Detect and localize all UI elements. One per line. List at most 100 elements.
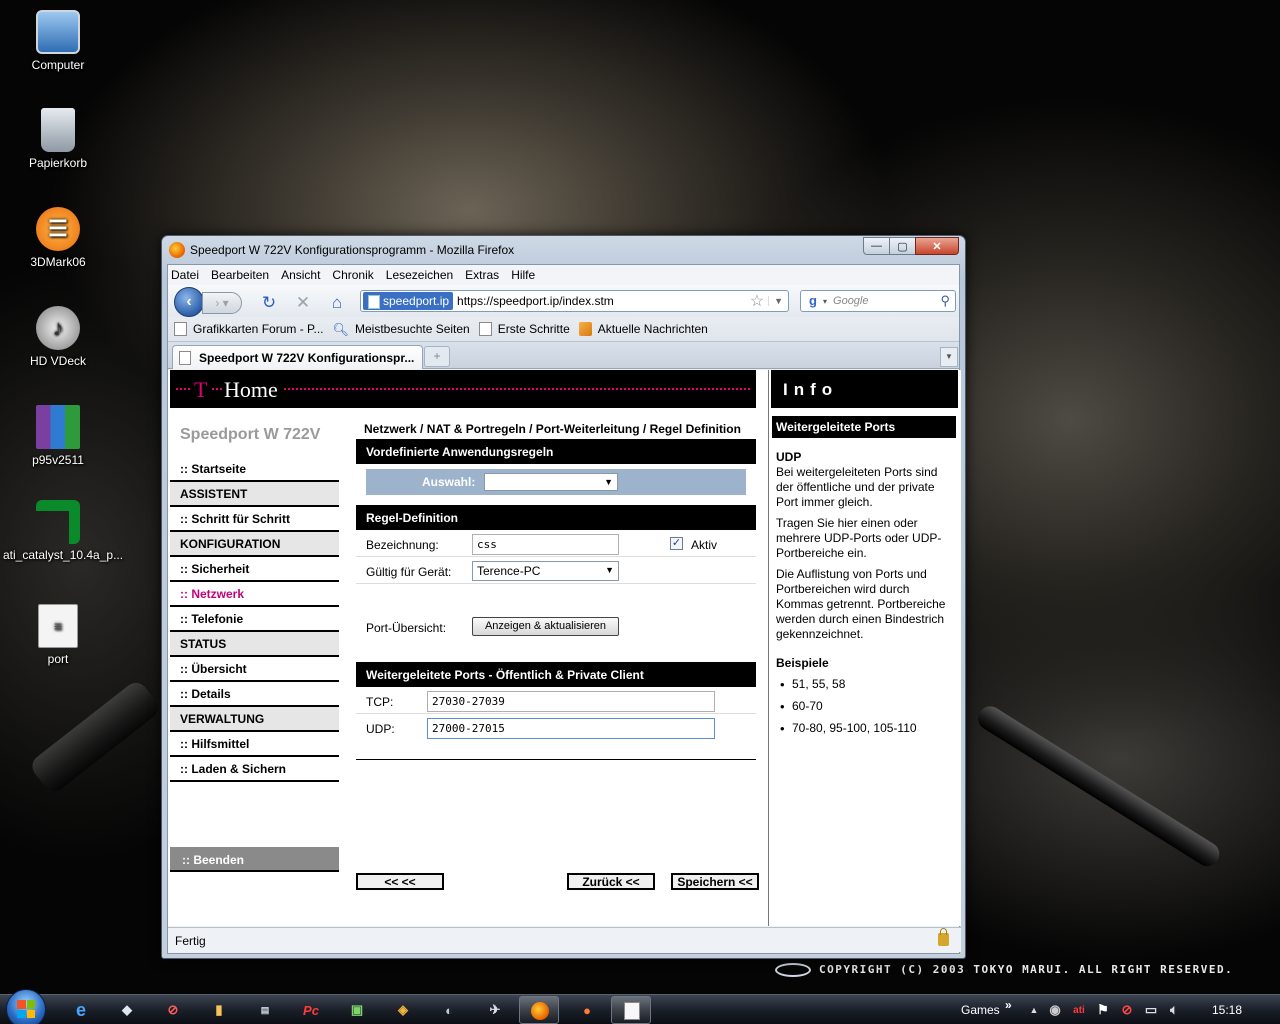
show-desktop-icon[interactable]: ◆	[116, 999, 138, 1021]
steam-quicklaunch-icon[interactable]: ◐	[438, 999, 460, 1021]
tray-chevron-icon[interactable]: »	[1005, 998, 1012, 1012]
rss-feed-icon	[578, 322, 592, 336]
window-titlebar[interactable]: Speedport W 722V Konfigurationsprogramm …	[162, 236, 965, 264]
udp-ports-input[interactable]: 27000-27015	[427, 718, 715, 739]
nav-startseite[interactable]: :: Startseite	[170, 457, 339, 482]
telekom-t-logo: T	[190, 377, 212, 403]
tab-speedport[interactable]: Speedport W 722V Konfigurationspr...	[172, 345, 423, 369]
search-bar[interactable]: g ▾ Google ⚲	[800, 290, 956, 312]
new-tab-button[interactable]: +	[424, 346, 450, 367]
geraet-select[interactable]: Terence-PC ▼	[472, 561, 619, 581]
bookmark-erste-schritte[interactable]: Erste Schritte	[478, 322, 570, 336]
desktop-icon-3dmark06[interactable]: ☰ 3DMark06	[3, 207, 113, 269]
media-quicklaunch-icon[interactable]: ▮	[208, 999, 230, 1021]
maximize-button[interactable]: ▢	[889, 237, 916, 255]
show-hidden-icons-icon[interactable]: ▲	[1023, 999, 1045, 1021]
taskbar-app-icon[interactable]: ●	[576, 999, 598, 1021]
volume-icon[interactable]: 🔈︎	[1163, 999, 1185, 1021]
thome-header: T Home	[170, 370, 756, 408]
anzeigen-aktualisieren-button[interactable]: Anzeigen & aktualisieren	[472, 617, 619, 636]
network-quicklaunch-icon[interactable]: ▣	[346, 999, 368, 1021]
forward-button[interactable]: › ▾	[202, 292, 242, 314]
games-quicklaunch-icon[interactable]: ◈	[392, 999, 414, 1021]
url-history-dropdown-icon[interactable]: ▼	[768, 296, 783, 306]
aktiv-checkbox[interactable]: ✓	[670, 537, 683, 550]
minimize-button[interactable]: —	[863, 237, 890, 255]
desktop-icon-computer[interactable]: Computer	[3, 10, 113, 72]
tab-list-dropdown-icon[interactable]: ▼	[940, 347, 958, 367]
info-udp-title: UDP	[776, 450, 802, 464]
tray-toolbar-label[interactable]: Games	[961, 1003, 1000, 1017]
nav-laden-sichern[interactable]: :: Laden & Sichern	[170, 757, 339, 782]
winrar-quicklaunch-icon[interactable]: ⊘	[162, 999, 184, 1021]
bookmark-star-icon[interactable]: ☆	[750, 291, 764, 311]
google-engine-icon[interactable]: g	[805, 293, 821, 309]
url-bar[interactable]: speedport.ip https://speedport.ip/index.…	[360, 290, 789, 312]
stop-button[interactable]: ✕	[292, 292, 314, 314]
menu-hilfe[interactable]: Hilfe	[511, 268, 535, 282]
bookmark-meistbesuchte-seiten[interactable]: 🔍︎ Meistbesuchte Seiten	[332, 322, 469, 337]
menu-bearbeiten[interactable]: Bearbeiten	[211, 268, 269, 282]
nav-uebersicht[interactable]: :: Übersicht	[170, 657, 339, 682]
desktop-icon-hd-vdeck[interactable]: ♪ HD VDeck	[3, 306, 113, 368]
start-button[interactable]	[6, 989, 46, 1024]
desktop-icon-label: p95v2511	[32, 453, 84, 467]
nav-netzwerk[interactable]: :: Netzwerk	[170, 582, 339, 607]
nav-beenden[interactable]: :: Beenden	[170, 847, 339, 872]
internet-explorer-icon[interactable]: e	[70, 999, 92, 1021]
speichern-button[interactable]: Speichern <<	[671, 873, 759, 890]
nav-hilfsmittel[interactable]: :: Hilfsmittel	[170, 732, 339, 757]
reload-button[interactable]: ↻	[258, 292, 280, 314]
lock-icon[interactable]	[938, 928, 949, 946]
pc-quicklaunch-icon[interactable]: Pc	[300, 999, 322, 1021]
close-button[interactable]: ✕	[915, 237, 959, 255]
taskbar-firefox-button[interactable]	[519, 996, 559, 1024]
tcp-ports-input[interactable]: 27030-27039	[427, 691, 715, 712]
desktop-icon-port[interactable]: ≡ port	[3, 604, 113, 666]
tray-ati-icon[interactable]: ati	[1068, 999, 1090, 1021]
bookmark-aktuelle-nachrichten[interactable]: Aktuelle Nachrichten	[578, 322, 708, 336]
amd-logo-icon	[36, 500, 80, 544]
nav-sicherheit[interactable]: :: Sicherheit	[170, 557, 339, 582]
desktop-icon-label: 3DMark06	[30, 255, 86, 269]
rule-definition-heading: Regel-Definition	[356, 505, 756, 530]
desktop-icon-ati-catalyst[interactable]: ati_catalyst_10.4a_p...	[3, 500, 123, 562]
action-center-flag-icon[interactable]: ⚑	[1092, 999, 1114, 1021]
zurueck-button[interactable]: Zurück <<	[567, 873, 655, 890]
tab-bar: Speedport W 722V Konfigurationspr... + ▼	[168, 342, 959, 369]
tray-controller-icon[interactable]: ◉	[1044, 999, 1066, 1021]
info-box-body: UDP Bei weitergeleiteten Ports sind der …	[772, 438, 956, 736]
clock[interactable]: 15:18	[1212, 1003, 1242, 1017]
search-input[interactable]: Google	[833, 295, 940, 307]
engine-dropdown-icon[interactable]: ▾	[823, 297, 827, 306]
tool-quicklaunch-icon[interactable]: ▤	[254, 999, 276, 1021]
port-uebersicht-label: Port-Übersicht:	[366, 621, 447, 635]
bezeichnung-label: Bezeichnung:	[366, 538, 439, 552]
network-icon[interactable]: ▭	[1140, 999, 1162, 1021]
desktop-icon-p95[interactable]: p95v2511	[3, 405, 113, 467]
nav-schritt-fuer-schritt[interactable]: :: Schritt für Schritt	[170, 507, 339, 532]
taskbar-notepad-button[interactable]	[611, 996, 651, 1024]
smart-folder-icon: 🔍︎	[332, 322, 349, 337]
desktop-icon-recycle-bin[interactable]: Papierkorb	[3, 108, 113, 170]
tray-winrar-icon[interactable]: ⊘	[1116, 999, 1138, 1021]
menu-ansicht[interactable]: Ansicht	[281, 268, 320, 282]
airplane-quicklaunch-icon[interactable]: ✈	[484, 999, 506, 1021]
url-input[interactable]: https://speedport.ip/index.stm	[457, 294, 750, 308]
auswahl-select[interactable]: ▼	[484, 473, 618, 491]
menu-datei[interactable]: Datei	[171, 268, 199, 282]
home-button[interactable]: ⌂	[326, 292, 348, 314]
menu-chronik[interactable]: Chronik	[332, 268, 373, 282]
site-identity-button[interactable]: speedport.ip	[363, 292, 454, 310]
menu-extras[interactable]: Extras	[465, 268, 499, 282]
back-button[interactable]: ‹	[174, 287, 204, 317]
back-all-button[interactable]: << <<	[356, 873, 444, 890]
router-sidebar-nav: :: Startseite ASSISTENT :: Schritt für S…	[170, 457, 339, 782]
bezeichnung-input[interactable]: css	[472, 534, 619, 555]
nav-telefonie[interactable]: :: Telefonie	[170, 607, 339, 632]
search-icon[interactable]: ⚲	[940, 293, 950, 309]
bookmark-grafikkarten-forum[interactable]: Grafikkarten Forum - P...	[174, 322, 323, 336]
nav-details[interactable]: :: Details	[170, 682, 339, 707]
menu-bar: Datei Bearbeiten Ansicht Chronik Lesezei…	[168, 265, 959, 285]
menu-lesezeichen[interactable]: Lesezeichen	[386, 268, 453, 282]
